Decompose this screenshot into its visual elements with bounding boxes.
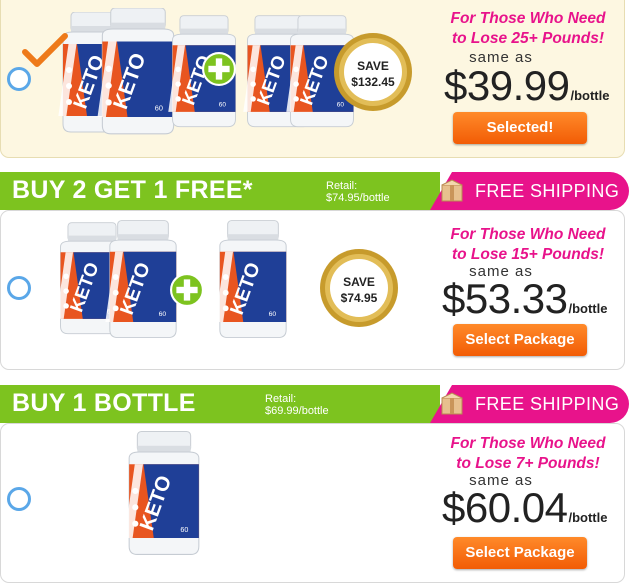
- save-label: SAVE: [343, 275, 375, 289]
- price-per-bottle: $53.33/bottle: [442, 275, 607, 323]
- save-label: SAVE: [357, 59, 389, 73]
- free-shipping-label: FREE SHIPPING: [475, 181, 620, 201]
- pitch-line-2: to Lose 25+ Pounds!: [451, 30, 604, 47]
- package-card-1[interactable]: SAVE $132.45 For Those Who Need to Lose …: [0, 0, 625, 158]
- price-unit: /bottle: [570, 88, 610, 103]
- package-title: BUY 1 BOTTLE: [12, 389, 196, 417]
- pitch-line-1: For Those Who Need: [450, 435, 606, 452]
- weight-loss-pitch: For Those Who Need to Lose 15+ Pounds!: [433, 225, 623, 265]
- weight-loss-pitch: For Those Who Need to Lose 25+ Pounds!: [433, 9, 623, 49]
- package-card-3[interactable]: For Those Who Need to Lose 7+ Pounds! sa…: [0, 423, 625, 583]
- retail-label: Retail:: [326, 180, 358, 192]
- package-radio-3[interactable]: [7, 487, 31, 511]
- package-title: BUY 2 GET 1 FREE*: [12, 176, 253, 204]
- price-per-bottle: $39.99/bottle: [444, 62, 609, 110]
- pitch-line-1: For Those Who Need: [450, 226, 606, 243]
- retail-value: $69.99/bottle: [265, 405, 329, 417]
- checkmark-icon: [22, 33, 68, 67]
- package-banner-2: BUY 2 GET 1 FREE* Retail: $74.95/bottle …: [0, 172, 629, 210]
- select-package-button[interactable]: Select Package: [453, 324, 587, 356]
- price-value: $60.04: [442, 484, 568, 531]
- save-seal-icon: SAVE $132.45: [334, 33, 412, 111]
- weight-loss-pitch: For Those Who Need to Lose 7+ Pounds!: [433, 434, 623, 474]
- package-card-2[interactable]: SAVE $74.95 For Those Who Need to Lose 1…: [0, 210, 625, 370]
- retail-label: Retail:: [265, 393, 297, 405]
- shipping-box-icon: [441, 392, 463, 415]
- price-value: $53.33: [442, 275, 568, 322]
- retail-price: Retail: $74.95/bottle: [326, 180, 390, 204]
- free-shipping-label: FREE SHIPPING: [475, 394, 620, 414]
- select-package-button[interactable]: Select Package: [453, 537, 587, 569]
- plus-icon: [170, 273, 204, 307]
- product-bottle-image: [214, 220, 287, 339]
- retail-value: $74.95/bottle: [326, 192, 390, 204]
- price-per-bottle: $60.04/bottle: [442, 484, 607, 532]
- price-value: $39.99: [444, 62, 570, 109]
- product-bottle-image: [123, 430, 200, 555]
- pitch-line-2: to Lose 15+ Pounds!: [451, 246, 604, 263]
- price-unit: /bottle: [568, 510, 608, 525]
- package-radio-2[interactable]: [7, 276, 31, 300]
- save-amount: $132.45: [351, 75, 395, 89]
- pitch-line-2: to Lose 7+ Pounds!: [456, 455, 600, 472]
- select-package-button[interactable]: Selected!: [453, 112, 587, 144]
- package-banner-3: BUY 1 BOTTLE Retail: $69.99/bottle FREE …: [0, 385, 629, 423]
- save-seal-icon: SAVE $74.95: [320, 249, 398, 327]
- retail-price: Retail: $69.99/bottle: [265, 393, 329, 417]
- shipping-box-icon: [441, 179, 463, 202]
- save-amount: $74.95: [341, 291, 378, 305]
- package-radio-1[interactable]: [7, 67, 31, 91]
- price-unit: /bottle: [568, 301, 608, 316]
- plus-icon: [202, 52, 236, 86]
- pitch-line-1: For Those Who Need: [450, 10, 606, 27]
